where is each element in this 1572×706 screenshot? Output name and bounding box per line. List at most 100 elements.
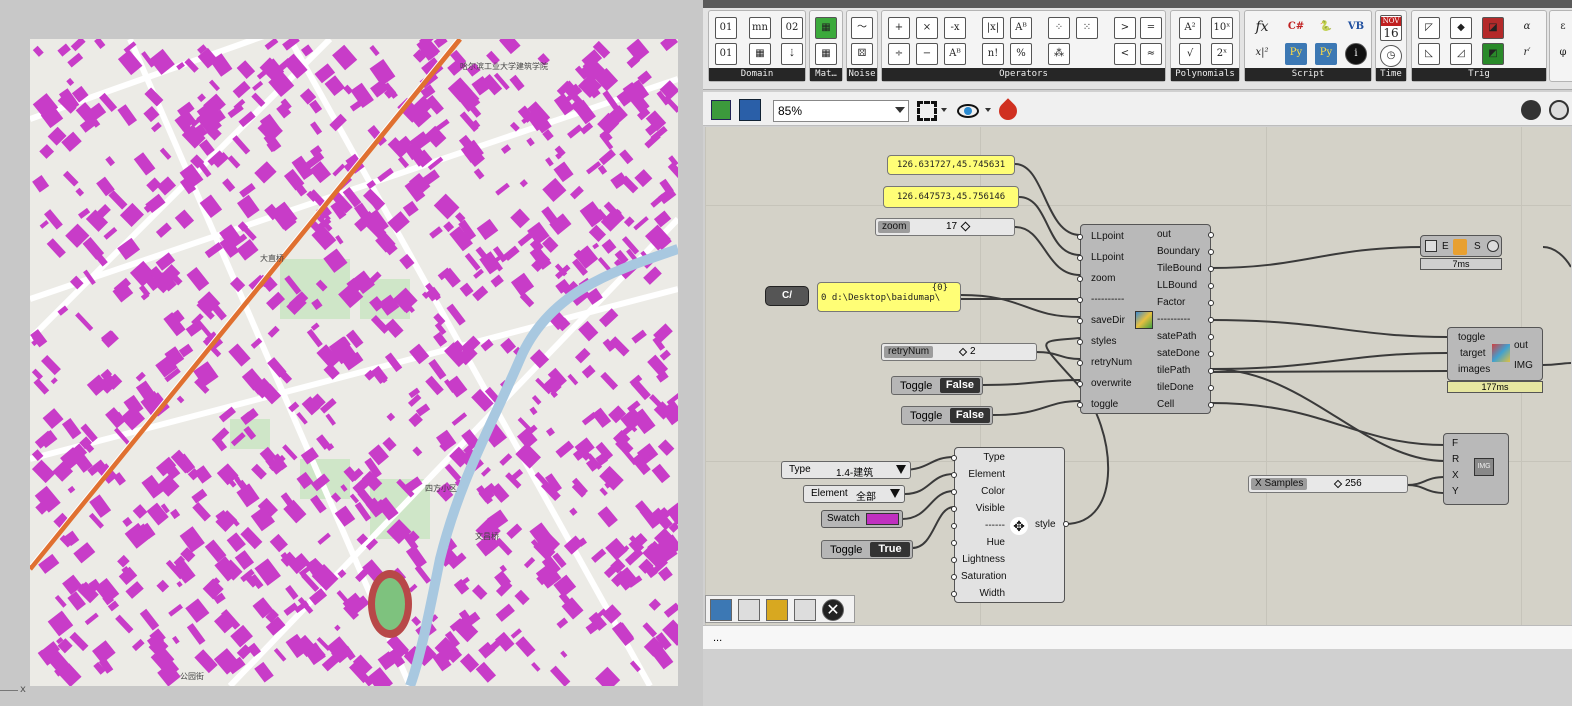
main-input-port[interactable] xyxy=(1077,360,1083,366)
addition-icon[interactable]: + xyxy=(888,17,910,39)
main-input-port[interactable] xyxy=(1077,276,1083,282)
panel-savedir[interactable]: {0} 0 d:\Desktop\baidumap\ xyxy=(817,282,961,312)
rad-icon[interactable]: r′ xyxy=(1516,43,1538,65)
matrix-icon[interactable]: ▦ xyxy=(815,17,837,39)
info-icon[interactable]: i xyxy=(1345,43,1367,65)
power-of-10-icon[interactable]: 10ˣ xyxy=(1211,17,1233,39)
divide-domain-icon[interactable]: ⇣ xyxy=(781,43,803,65)
main-output-port[interactable] xyxy=(1208,266,1214,272)
element-dropdown[interactable]: Element 全部 xyxy=(803,485,905,503)
factorial-icon[interactable]: n! xyxy=(982,43,1004,65)
alpha-icon[interactable]: α xyxy=(1516,17,1538,39)
calendar-icon[interactable]: NOV 16 xyxy=(1380,15,1402,41)
main-output-port[interactable] xyxy=(1208,334,1214,340)
slider-grip-icon[interactable] xyxy=(1333,479,1343,489)
cosine-icon[interactable]: ◆ xyxy=(1450,17,1472,39)
overwrite-toggle[interactable]: Toggle False xyxy=(891,376,983,395)
deconstruct-domain-icon[interactable]: 01 xyxy=(715,43,737,65)
main-input-port[interactable] xyxy=(1077,402,1083,408)
gate-not-icon[interactable]: ⁂ xyxy=(1048,43,1070,65)
epsilon-icon[interactable]: ε xyxy=(1552,17,1572,39)
style-input-port[interactable] xyxy=(951,591,957,597)
visible-toggle[interactable]: Toggle True xyxy=(821,540,913,559)
exponent-icon[interactable]: Aᴮ xyxy=(944,43,966,65)
style-input-port[interactable] xyxy=(951,506,957,512)
multiplication-icon[interactable]: × xyxy=(916,17,938,39)
similarity-icon[interactable]: ≈ xyxy=(1140,43,1162,65)
fetch-component[interactable]: E S xyxy=(1420,235,1502,257)
main-output-port[interactable] xyxy=(1208,368,1214,374)
equality-icon[interactable]: = xyxy=(1140,17,1162,39)
sketch-icon[interactable] xyxy=(995,98,1021,124)
image-loader-component[interactable]: toggle target images out IMG xyxy=(1447,327,1543,381)
grid-icon[interactable]: ▦ xyxy=(815,43,837,65)
phi-icon[interactable]: φ xyxy=(1552,43,1572,65)
larger-than-icon[interactable]: > xyxy=(1114,17,1136,39)
map-style-component[interactable]: ✥ style Type Element Color Visible ------ Hue… xyxy=(951,447,1069,603)
samples-slider[interactable]: X Samples 256 xyxy=(1248,475,1408,493)
style-input-port[interactable] xyxy=(951,523,957,529)
slider-grip-icon[interactable] xyxy=(960,221,971,232)
display-icon[interactable] xyxy=(1549,100,1569,120)
evaluate-icon[interactable]: x|² xyxy=(1251,43,1273,65)
noise-dice-icon[interactable]: ⚄ xyxy=(851,43,873,65)
vb-icon[interactable]: VB xyxy=(1345,17,1367,39)
run-toggle[interactable]: Toggle False xyxy=(901,406,993,425)
main-output-port[interactable] xyxy=(1208,232,1214,238)
style-output-port[interactable] xyxy=(1063,521,1069,527)
close-icon[interactable]: ✕ xyxy=(822,599,844,621)
color-swatch[interactable]: Swatch xyxy=(821,510,903,528)
phone-icon[interactable] xyxy=(794,599,816,621)
preview-icon[interactable] xyxy=(1521,100,1541,120)
expression-icon[interactable]: fx xyxy=(1251,17,1273,39)
main-input-port[interactable] xyxy=(1077,381,1083,387)
save-icon[interactable] xyxy=(739,99,761,121)
slider-grip-icon[interactable] xyxy=(958,347,968,357)
python-icon[interactable]: 🐍 xyxy=(1315,17,1337,39)
main-input-port[interactable] xyxy=(1077,234,1083,240)
style-input-port[interactable] xyxy=(951,540,957,546)
panel-point1[interactable]: 126.631727,45.745631 xyxy=(887,155,1015,175)
negative-icon[interactable]: -x xyxy=(944,17,966,39)
main-input-port[interactable] xyxy=(1077,318,1083,324)
gate-or-icon[interactable]: ⁙ xyxy=(1076,17,1098,39)
eye-icon[interactable] xyxy=(957,104,979,118)
csharp-icon[interactable]: C# xyxy=(1285,17,1307,39)
zoom-select[interactable]: 85% xyxy=(773,100,909,122)
main-output-port[interactable] xyxy=(1208,402,1214,408)
division-icon[interactable]: ÷ xyxy=(888,43,910,65)
style-input-port[interactable] xyxy=(951,489,957,495)
main-output-port[interactable] xyxy=(1208,283,1214,289)
zoom-slider[interactable]: zoom 17 xyxy=(875,218,1015,236)
open-file-icon[interactable] xyxy=(711,100,731,120)
python3-icon[interactable]: Py xyxy=(1285,43,1307,65)
clock-icon[interactable]: ◷ xyxy=(1380,45,1402,67)
image-sampler-component[interactable]: F R X Y IMG xyxy=(1443,433,1509,505)
power-icon[interactable]: Aᴮ xyxy=(1010,17,1032,39)
main-output-port[interactable] xyxy=(1208,351,1214,357)
bounds-icon[interactable]: mn xyxy=(749,17,771,39)
style-input-port[interactable] xyxy=(951,455,957,461)
main-input-port[interactable] xyxy=(1077,339,1083,345)
remap-icon[interactable]: 02 xyxy=(781,17,803,39)
main-input-port[interactable] xyxy=(1077,255,1083,261)
style-input-port[interactable] xyxy=(951,557,957,563)
download-icon[interactable] xyxy=(738,599,760,621)
gate-and-icon[interactable]: ⁘ xyxy=(1048,17,1070,39)
retry-slider[interactable]: retryNum 2 xyxy=(881,343,1037,361)
main-output-port[interactable] xyxy=(1208,300,1214,306)
modulus-icon[interactable]: % xyxy=(1010,43,1032,65)
python-icon[interactable] xyxy=(710,599,732,621)
type-dropdown[interactable]: Type 1.4-建筑 xyxy=(781,461,911,479)
arccos-icon[interactable]: ◿ xyxy=(1450,43,1472,65)
square-icon[interactable]: A² xyxy=(1179,17,1201,39)
grasshopper-window[interactable]: 01 mn 02 01 ▦ ⇣ Domain ▦ ▦ Mat… 〜 ⚄ Nois… xyxy=(703,0,1572,706)
main-input-port[interactable] xyxy=(1077,297,1083,303)
film-icon[interactable]: ▦ xyxy=(749,43,771,65)
absolute-icon[interactable]: |x| xyxy=(982,17,1004,39)
tangent-icon[interactable]: ◪ xyxy=(1482,17,1504,39)
grasshopper-canvas[interactable]: 126.631727,45.745631 126.647573,45.75614… xyxy=(705,127,1571,625)
main-output-port[interactable] xyxy=(1208,385,1214,391)
arcsine-icon[interactable]: ◺ xyxy=(1418,43,1440,65)
noise-graph-icon[interactable]: 〜 xyxy=(851,17,873,39)
